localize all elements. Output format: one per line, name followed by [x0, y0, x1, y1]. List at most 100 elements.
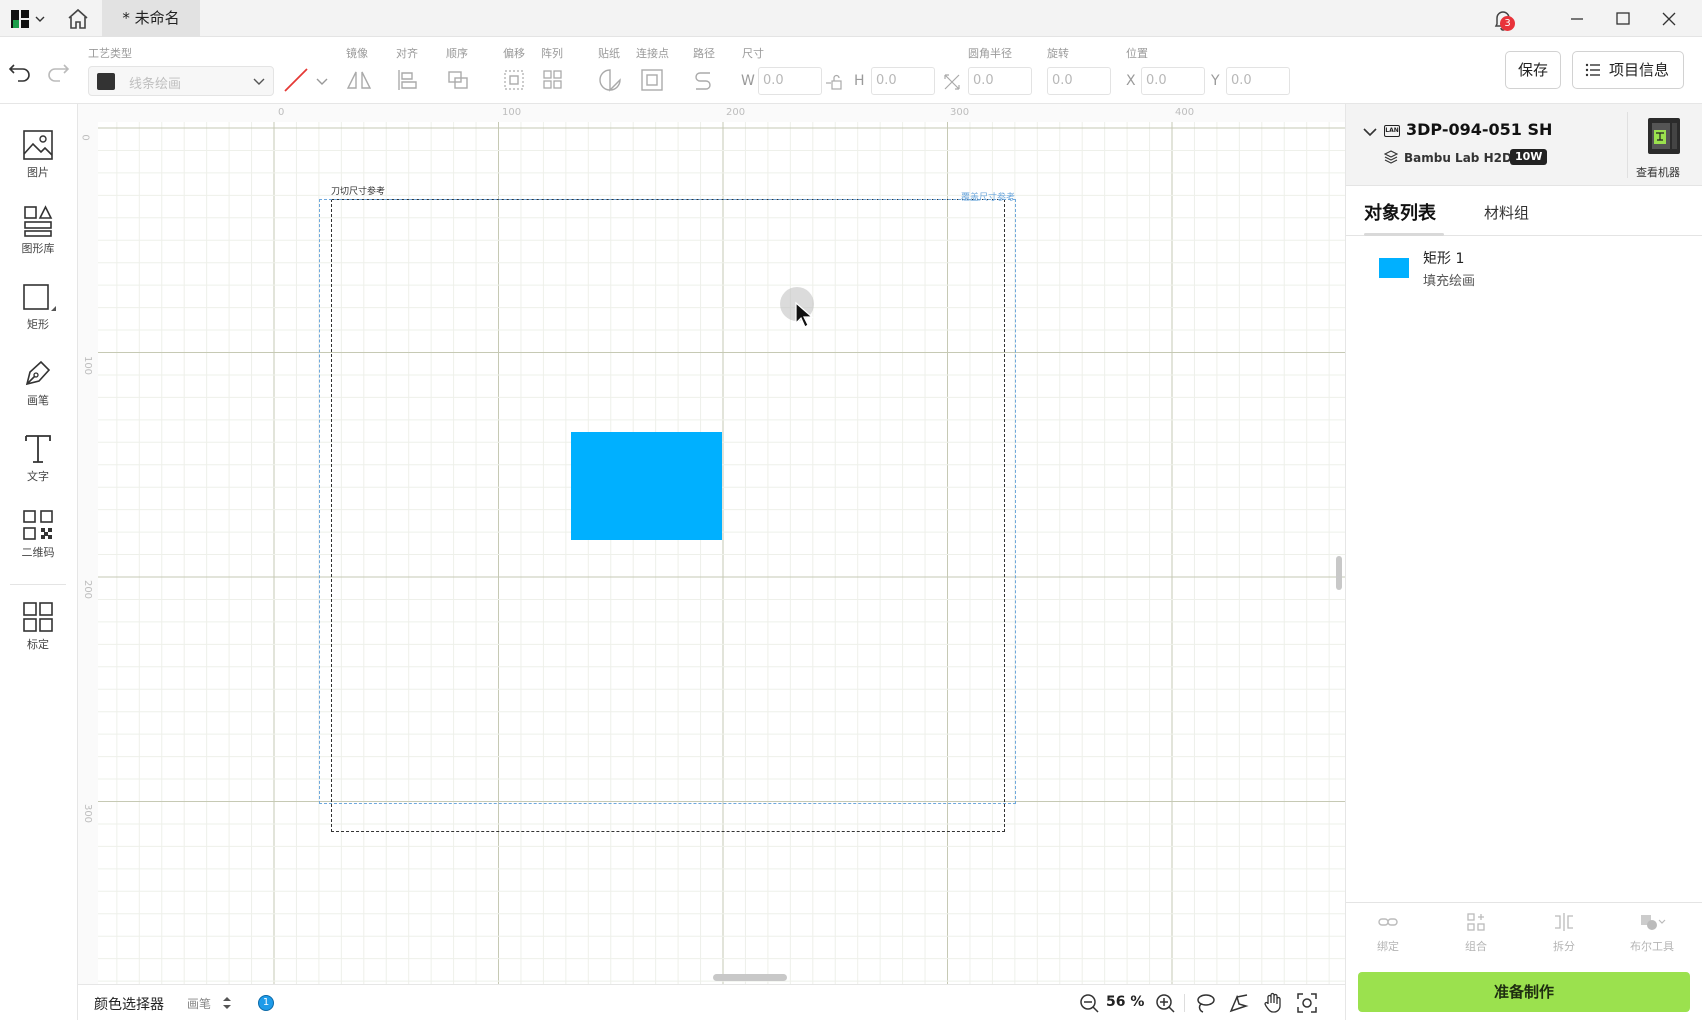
minimize-icon[interactable]: [1566, 8, 1588, 30]
project-info-label: 项目信息: [1609, 61, 1670, 79]
undo-icon[interactable]: [6, 57, 36, 83]
rotate-input[interactable]: 0.0: [1047, 67, 1111, 95]
zoom-in-icon[interactable]: [1154, 992, 1176, 1014]
tab-object-list[interactable]: 对象列表: [1364, 199, 1436, 225]
path-label: 路径: [693, 47, 715, 60]
width-letter: W: [741, 73, 755, 89]
design-canvas[interactable]: 0 100 200 300 400 0 100 200 300 刀切尺寸参考 覆…: [78, 104, 1345, 984]
vertical-scrollbar[interactable]: [1336, 556, 1342, 590]
fit-view-icon[interactable]: [1296, 992, 1318, 1014]
printer-icon[interactable]: [1642, 114, 1686, 158]
zoom-level[interactable]: 56 %: [1106, 994, 1144, 1010]
pen-icon: [25, 360, 51, 386]
save-button[interactable]: 保存: [1505, 51, 1561, 89]
sidebar-item-shape-library[interactable]: 图形库: [0, 204, 76, 268]
tool-label: 绑定: [1377, 940, 1399, 953]
corner-radius-input[interactable]: 0.0: [968, 67, 1032, 95]
prepare-make-button[interactable]: 准备制作: [1358, 972, 1690, 1012]
lasso-icon[interactable]: [1194, 992, 1216, 1014]
close-icon[interactable]: [1658, 8, 1680, 30]
tab-material-group[interactable]: 材料组: [1484, 202, 1529, 223]
image-icon: [23, 130, 53, 160]
lock-ratio-icon[interactable]: [826, 74, 848, 90]
app-menu-button[interactable]: [10, 7, 45, 31]
sidebar-item-qrcode[interactable]: 二维码: [0, 508, 76, 572]
height-input[interactable]: 0.0: [871, 67, 935, 95]
path-icon[interactable]: [690, 67, 720, 93]
boolean-tool-button[interactable]: 布尔工具: [1622, 912, 1682, 954]
order-icon[interactable]: [444, 67, 474, 93]
machine-name: 3DP-094-051 SH: [1406, 120, 1553, 139]
bambu-logo-icon: [11, 10, 29, 28]
mirror-label: 镜像: [346, 47, 368, 60]
sidebar-item-calibrate[interactable]: 标定: [0, 600, 76, 664]
order-label: 顺序: [446, 47, 468, 60]
sidebar-item-pen[interactable]: 画笔: [0, 356, 76, 420]
offset-icon[interactable]: [500, 67, 530, 93]
chevron-down-icon[interactable]: [1363, 127, 1377, 137]
maximize-icon[interactable]: [1612, 8, 1634, 30]
qrcode-icon: [23, 510, 53, 540]
link-icon: [1378, 918, 1398, 926]
corner-radius-label: 圆角半径: [968, 47, 1012, 60]
layers-icon: [1384, 150, 1398, 164]
x-input[interactable]: 0.0: [1141, 67, 1205, 95]
y-letter: Y: [1211, 73, 1220, 89]
horizontal-scrollbar[interactable]: [713, 974, 787, 981]
info-count-badge[interactable]: 1: [258, 995, 274, 1011]
view-machine-link[interactable]: 查看机器: [1636, 164, 1680, 180]
tool-label: 组合: [1465, 940, 1487, 953]
machine-divider: [1627, 112, 1628, 178]
redo-icon[interactable]: [42, 57, 72, 83]
sidebar-label: 文字: [27, 470, 49, 483]
right-panel-tabs: 对象列表 材料组: [1346, 186, 1702, 236]
sidebar-label: 二维码: [21, 546, 55, 559]
ruler-tick-label: 100: [502, 107, 522, 118]
pen-mode-select[interactable]: 画笔: [187, 995, 211, 1012]
color-picker-label[interactable]: 颜色选择器: [94, 994, 164, 1014]
chevron-down-icon[interactable]: [316, 77, 328, 87]
chevron-down-icon: [253, 78, 265, 85]
tab-untitled[interactable]: * 未命名: [102, 0, 200, 37]
sort-arrows-icon[interactable]: [222, 995, 232, 1011]
home-icon[interactable]: [66, 8, 90, 30]
bind-tool-button[interactable]: 绑定: [1358, 912, 1418, 954]
machine-header[interactable]: LAN 3DP-094-051 SH Bambu Lab H2D 10W 查看机…: [1346, 104, 1702, 186]
left-sidebar: 图片 图形库 矩形 画笔 文字 二维码 标定: [0, 104, 78, 1020]
app-window: * 未命名 3 工艺类型 线条绘画 镜像 对齐 顺序 偏移 阵列 贴纸 连接点 …: [0, 0, 1702, 1020]
zoom-out-icon[interactable]: [1078, 992, 1100, 1014]
group-tool-button[interactable]: 组合: [1446, 912, 1506, 954]
craft-type-value: 线条绘画: [129, 77, 182, 92]
chevron-down-icon: [35, 16, 45, 22]
ruler-tick-label: 100: [82, 355, 94, 376]
rectangle-object[interactable]: [571, 432, 722, 540]
select-arrow-icon[interactable]: [1228, 992, 1250, 1014]
rotate-label: 旋转: [1047, 47, 1069, 60]
sidebar-item-image[interactable]: 图片: [0, 128, 76, 192]
craft-type-label: 工艺类型: [88, 47, 132, 60]
craft-type-select[interactable]: 线条绘画: [88, 66, 274, 96]
y-input[interactable]: 0.0: [1226, 67, 1290, 95]
align-icon[interactable]: [394, 67, 424, 93]
sidebar-label: 矩形: [27, 318, 49, 331]
object-name: 矩形 1: [1423, 251, 1465, 267]
sidebar-item-rectangle[interactable]: 矩形: [0, 280, 76, 344]
list-item[interactable]: 矩形 1 填充绘画: [1346, 238, 1702, 298]
sticker-icon[interactable]: [595, 67, 625, 93]
hand-pan-icon[interactable]: [1262, 992, 1284, 1014]
toolbar: 工艺类型 线条绘画 镜像 对齐 顺序 偏移 阵列 贴纸 连接点 路径 尺寸 W …: [0, 37, 1702, 104]
ruler-top: 0 100 200 300 400: [78, 104, 1345, 122]
array-icon[interactable]: [540, 67, 570, 93]
connect-point-icon[interactable]: [638, 67, 668, 93]
list-icon: [1585, 63, 1600, 77]
mirror-icon[interactable]: [344, 67, 374, 93]
sidebar-divider: [10, 584, 66, 585]
shapes-icon: [24, 205, 53, 237]
ruler-left: 0 100 200 300: [78, 104, 98, 984]
line-color-icon[interactable]: [282, 67, 312, 93]
connect-label: 连接点: [636, 47, 669, 60]
project-info-button[interactable]: 项目信息: [1572, 51, 1684, 89]
sidebar-item-text[interactable]: 文字: [0, 432, 76, 496]
width-input[interactable]: 0.0: [758, 67, 822, 95]
split-tool-button[interactable]: 拆分: [1534, 912, 1594, 954]
